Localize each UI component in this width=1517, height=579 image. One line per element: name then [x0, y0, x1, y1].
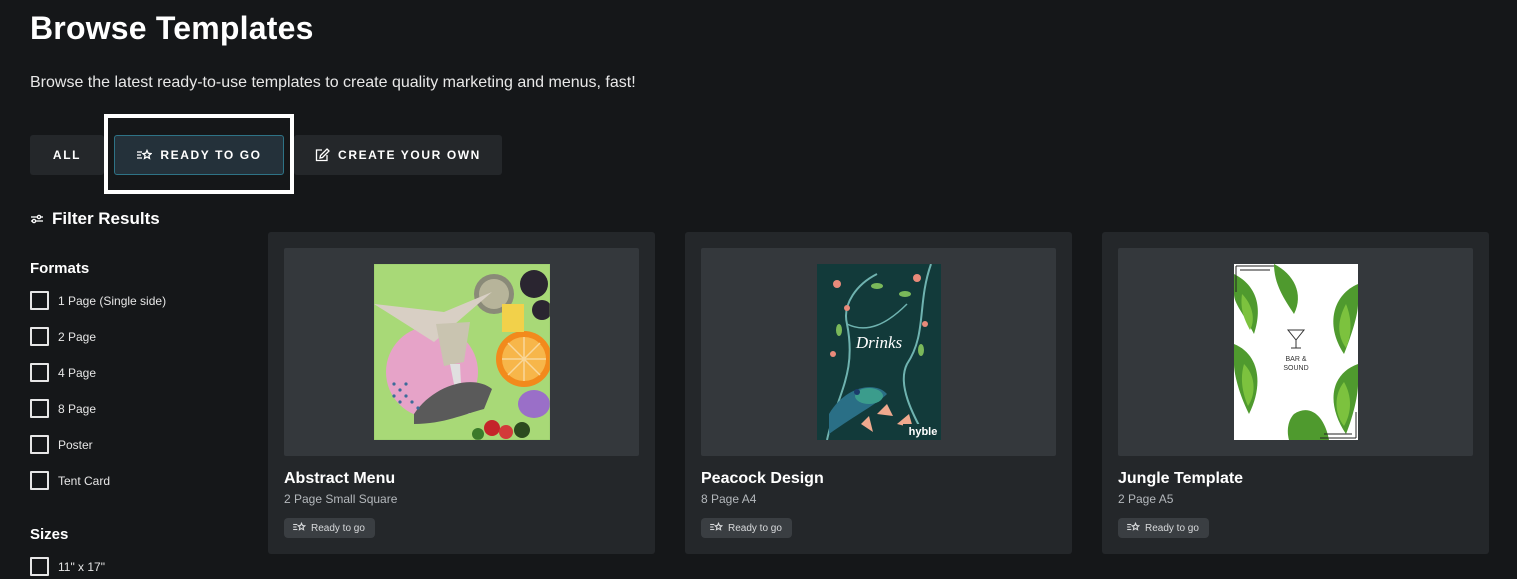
template-format: 2 Page Small Square — [284, 492, 398, 506]
format-option-label: Poster — [58, 437, 93, 452]
template-title[interactable]: Peacock Design — [701, 470, 824, 488]
format-option-4-page[interactable]: 4 Page — [30, 363, 96, 382]
format-option-label: 2 Page — [58, 329, 97, 344]
ready-to-go-badge: Ready to go — [284, 518, 375, 538]
thumbnail-brand: hyble — [909, 426, 938, 438]
ready-to-go-badge: Ready to go — [701, 518, 792, 538]
page-title: Browse Templates — [30, 10, 314, 46]
checkbox[interactable] — [30, 363, 49, 382]
tab-create-your-own-label: CREATE YOUR OWN — [338, 148, 481, 162]
filter-icon — [30, 209, 44, 229]
browse-templates-page: Browse Templates Browse the latest ready… — [0, 0, 1517, 579]
checkbox[interactable] — [30, 471, 49, 490]
peacock-design-artwork: Drinks hyble — [817, 264, 941, 440]
format-option-1-page[interactable]: 1 Page (Single side) — [30, 291, 166, 310]
edit-icon — [315, 148, 330, 162]
thumbnail-title-line-1: BAR & — [1285, 356, 1306, 363]
template-format: 8 Page A4 — [701, 492, 757, 506]
tab-create-your-own[interactable]: CREATE YOUR OWN — [294, 135, 502, 175]
ready-to-go-icon — [136, 149, 153, 161]
template-title[interactable]: Jungle Template — [1118, 470, 1243, 488]
template-title[interactable]: Abstract Menu — [284, 470, 395, 488]
tab-ready-to-go-label: READY TO GO — [160, 148, 262, 162]
template-thumbnail[interactable]: Drinks hyble — [701, 248, 1056, 456]
template-card-jungle-template[interactable]: BAR & SOUND Jungle Template 2 Page A5 Re… — [1102, 232, 1489, 554]
filter-results-heading: Filter Results — [30, 209, 160, 229]
ready-to-go-icon — [292, 521, 307, 535]
format-option-8-page[interactable]: 8 Page — [30, 399, 96, 418]
badge-label: Ready to go — [728, 522, 782, 534]
format-option-label: Tent Card — [58, 473, 111, 488]
formats-heading: Formats — [30, 260, 90, 277]
jungle-template-artwork: BAR & SOUND — [1234, 264, 1358, 440]
thumbnail-title-line-2: SOUND — [1283, 365, 1308, 372]
format-option-label: 4 Page — [58, 365, 97, 380]
template-card-peacock-design[interactable]: Drinks hyble Peacock Design 8 Page A4 Re… — [685, 232, 1072, 554]
checkbox[interactable] — [30, 557, 49, 576]
size-option-11x17[interactable]: 11" x 17" — [30, 557, 105, 576]
template-thumbnail[interactable] — [284, 248, 639, 456]
tab-all[interactable]: ALL — [30, 135, 104, 175]
badge-label: Ready to go — [311, 522, 365, 534]
format-option-label: 1 Page (Single side) — [58, 293, 167, 308]
template-card-abstract-menu[interactable]: Abstract Menu 2 Page Small Square Ready … — [268, 232, 655, 554]
page-subtitle: Browse the latest ready-to-use templates… — [30, 74, 636, 91]
checkbox[interactable] — [30, 291, 49, 310]
format-option-label: 8 Page — [58, 401, 97, 416]
filter-results-label: Filter Results — [52, 209, 160, 228]
format-option-poster[interactable]: Poster — [30, 435, 93, 454]
checkbox[interactable] — [30, 435, 49, 454]
size-option-label: 11" x 17" — [58, 559, 105, 574]
ready-to-go-icon — [1126, 521, 1141, 535]
thumbnail-title: Drinks — [855, 333, 903, 352]
sizes-heading: Sizes — [30, 526, 69, 543]
format-option-2-page[interactable]: 2 Page — [30, 327, 96, 346]
template-format: 2 Page A5 — [1118, 492, 1174, 506]
abstract-menu-artwork — [374, 264, 550, 440]
checkbox[interactable] — [30, 399, 49, 418]
ready-to-go-badge: Ready to go — [1118, 518, 1209, 538]
ready-to-go-icon — [709, 521, 724, 535]
format-option-tent-card[interactable]: Tent Card — [30, 471, 110, 490]
template-thumbnail[interactable]: BAR & SOUND — [1118, 248, 1473, 456]
checkbox[interactable] — [30, 327, 49, 346]
badge-label: Ready to go — [1145, 522, 1199, 534]
tab-ready-to-go[interactable]: READY TO GO — [114, 135, 284, 175]
tab-all-label: ALL — [52, 148, 82, 162]
